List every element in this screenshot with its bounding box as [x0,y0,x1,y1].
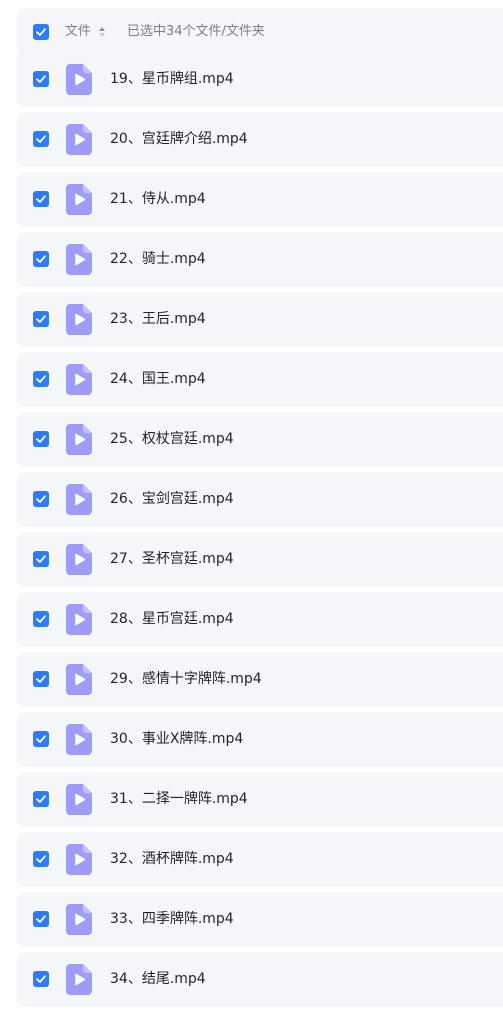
video-file-icon [66,724,92,755]
file-name[interactable]: 31、二择一牌阵.mp4 [110,789,248,810]
file-name[interactable]: 24、国王.mp4 [110,369,206,390]
row-checkbox[interactable] [33,551,49,567]
row-checkbox[interactable] [33,371,49,387]
checkbox-checked-icon [36,615,46,623]
video-file-icon [66,424,92,455]
file-row[interactable]: 25、权杖宫廷.mp4 [17,412,503,467]
file-row[interactable]: 34、结尾.mp4 [17,952,503,1007]
checkbox-checked-icon [36,375,46,383]
checkbox-checked-icon [36,855,46,863]
video-file-icon [66,664,92,695]
list-header: 文件 已选中34个文件/文件夹 [17,8,503,56]
video-file-icon [66,604,92,635]
checkbox-checked-icon [36,915,46,923]
video-file-icon [66,304,92,335]
file-row[interactable]: 19、星币牌组.mp4 [17,52,503,107]
checkbox-checked-icon [36,255,46,263]
file-name[interactable]: 23、王后.mp4 [110,309,206,330]
file-name[interactable]: 21、侍从.mp4 [110,189,206,210]
row-checkbox[interactable] [33,131,49,147]
checkbox-checked-icon [36,795,46,803]
row-checkbox[interactable] [33,911,49,927]
video-file-icon [66,484,92,515]
file-name[interactable]: 32、酒杯牌阵.mp4 [110,849,234,870]
column-header-file[interactable]: 文件 [65,22,91,42]
row-checkbox[interactable] [33,491,49,507]
file-row[interactable]: 22、骑士.mp4 [17,232,503,287]
file-row[interactable]: 31、二择一牌阵.mp4 [17,772,503,827]
checkbox-checked-icon [36,495,46,503]
file-name[interactable]: 22、骑士.mp4 [110,249,206,270]
file-row[interactable]: 29、感情十字牌阵.mp4 [17,652,503,707]
file-row[interactable]: 32、酒杯牌阵.mp4 [17,832,503,887]
row-checkbox[interactable] [33,731,49,747]
video-file-icon [66,904,92,935]
checkbox-checked-icon [36,435,46,443]
row-checkbox[interactable] [33,851,49,867]
file-list: 19、星币牌组.mp4 20、宫廷牌介绍.mp4 21、侍从.mp4 22、骑士.mp… [17,0,503,1024]
checkbox-checked-icon [36,975,46,983]
row-checkbox[interactable] [33,191,49,207]
select-all-checkbox[interactable] [33,24,49,40]
file-name[interactable]: 33、四季牌阵.mp4 [110,909,234,930]
checkbox-checked-icon [36,75,46,83]
file-row[interactable]: 23、王后.mp4 [17,292,503,347]
file-name[interactable]: 29、感情十字牌阵.mp4 [110,669,262,690]
video-file-icon [66,64,92,95]
file-name[interactable]: 19、星币牌组.mp4 [110,69,234,90]
checkbox-checked-icon [36,555,46,563]
file-name[interactable]: 26、宝剑宫廷.mp4 [110,489,234,510]
row-checkbox[interactable] [33,311,49,327]
checkbox-checked-icon [36,315,46,323]
row-checkbox[interactable] [33,671,49,687]
file-row[interactable]: 30、事业X牌阵.mp4 [17,712,503,767]
checkbox-checked-icon [36,675,46,683]
checkbox-checked-icon [36,28,46,36]
video-file-icon [66,784,92,815]
video-file-icon [66,184,92,215]
video-file-icon [66,544,92,575]
file-row[interactable]: 27、圣杯宫廷.mp4 [17,532,503,587]
file-name[interactable]: 27、圣杯宫廷.mp4 [110,549,234,570]
file-name[interactable]: 25、权杖宫廷.mp4 [110,429,234,450]
checkbox-checked-icon [36,195,46,203]
selection-status: 已选中34个文件/文件夹 [127,24,265,39]
file-row[interactable]: 20、宫廷牌介绍.mp4 [17,112,503,167]
file-row[interactable]: 26、宝剑宫廷.mp4 [17,472,503,527]
file-row[interactable]: 28、星币宫廷.mp4 [17,592,503,647]
row-checkbox[interactable] [33,431,49,447]
video-file-icon [66,844,92,875]
file-list-view: 19、星币牌组.mp4 20、宫廷牌介绍.mp4 21、侍从.mp4 22、骑士.mp… [0,0,503,1024]
file-row[interactable]: 21、侍从.mp4 [17,172,503,227]
row-checkbox[interactable] [33,251,49,267]
file-row[interactable]: 33、四季牌阵.mp4 [17,892,503,947]
checkbox-checked-icon [36,135,46,143]
row-checkbox[interactable] [33,971,49,987]
file-name[interactable]: 28、星币宫廷.mp4 [110,609,234,630]
sort-icon[interactable] [98,26,106,38]
row-checkbox[interactable] [33,611,49,627]
file-name[interactable]: 20、宫廷牌介绍.mp4 [110,129,248,150]
file-name[interactable]: 30、事业X牌阵.mp4 [110,729,243,750]
video-file-icon [66,364,92,395]
video-file-icon [66,964,92,995]
row-checkbox[interactable] [33,791,49,807]
video-file-icon [66,124,92,155]
row-checkbox[interactable] [33,71,49,87]
file-row[interactable]: 24、国王.mp4 [17,352,503,407]
checkbox-checked-icon [36,735,46,743]
video-file-icon [66,244,92,275]
file-name[interactable]: 34、结尾.mp4 [110,969,206,990]
